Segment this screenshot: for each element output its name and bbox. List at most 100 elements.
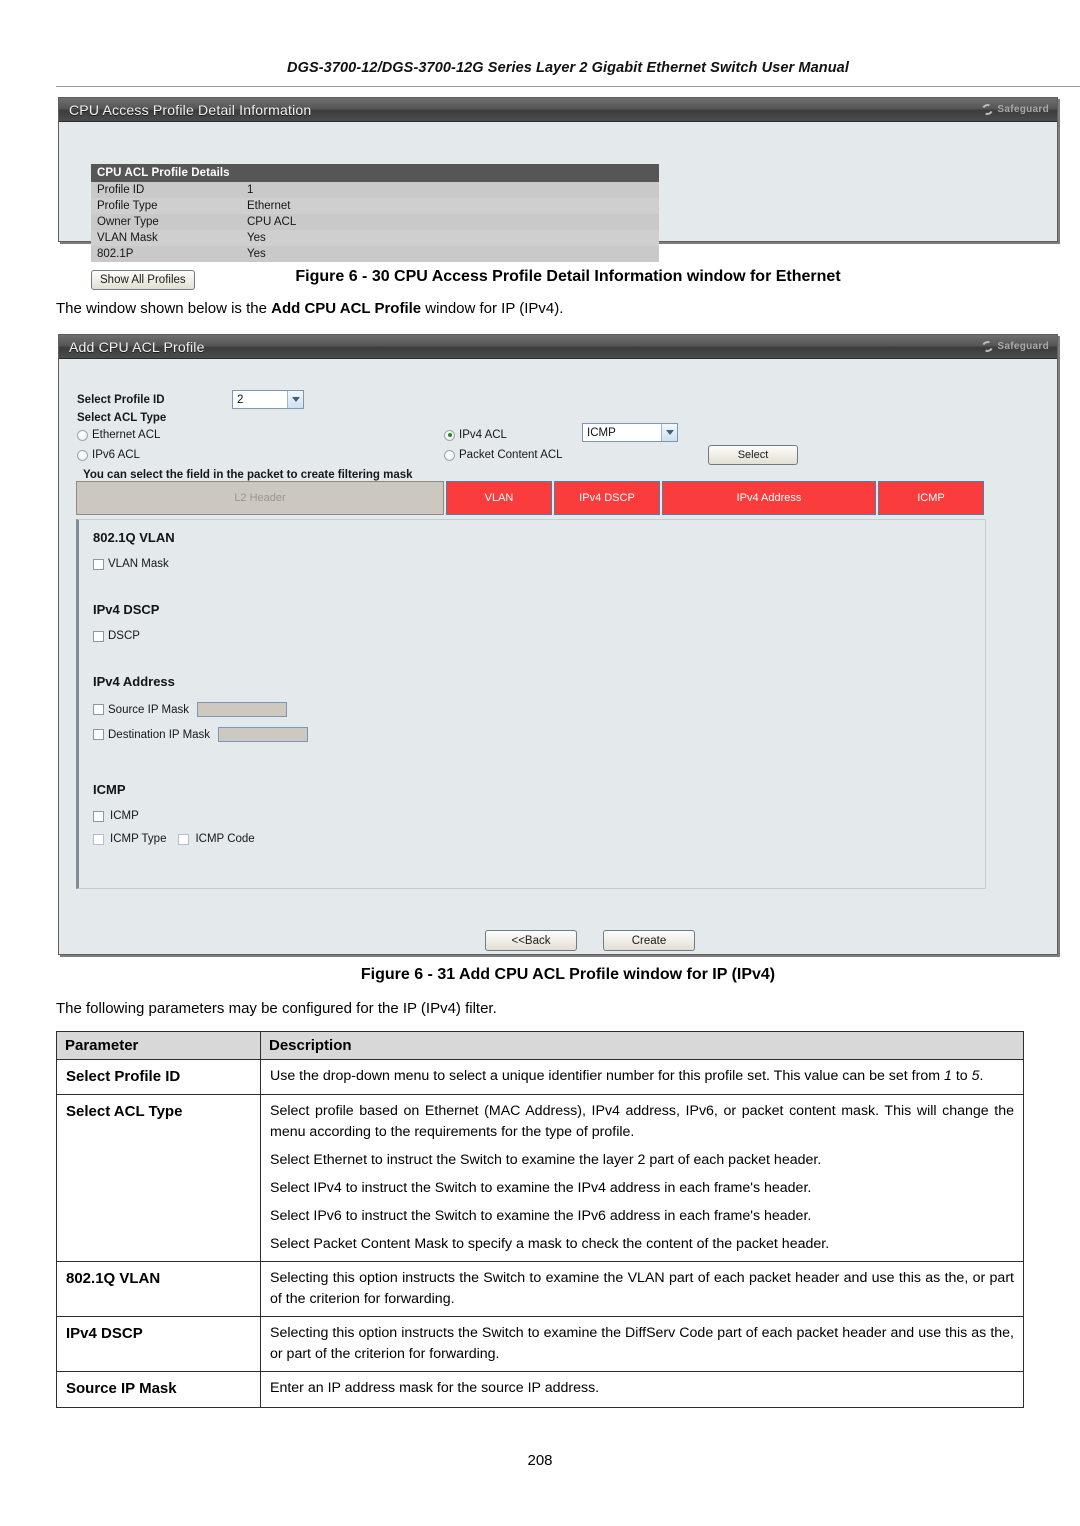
checkbox-icon	[93, 558, 104, 570]
safeguard-label: Safeguard	[997, 104, 1049, 115]
params-intro-paragraph: The following parameters may be configur…	[56, 1000, 497, 1017]
checkbox-icmp[interactable]: ICMP	[93, 810, 139, 822]
table-row: 802.1Q VLAN Selecting this option instru…	[56, 1261, 1024, 1318]
row-key: Owner Type	[91, 214, 241, 230]
checkbox-icmp-code-icon[interactable]	[178, 833, 190, 845]
column-header-description: Description	[260, 1031, 1024, 1060]
window-titlebar: Add CPU ACL Profile Safeguard	[59, 335, 1057, 359]
table-row: Select ACL Type Select profile based on …	[56, 1094, 1024, 1263]
intro-bold: Add CPU ACL Profile	[271, 300, 422, 317]
filtering-mask-hint: You can select the field in the packet t…	[83, 469, 413, 481]
create-button[interactable]: Create	[603, 930, 695, 951]
segment-ipv4-address[interactable]: IPv4 Address	[662, 481, 876, 515]
intro-after: window for IP (IPv4).	[421, 300, 564, 317]
parameter-name: Select ACL Type	[56, 1094, 261, 1263]
checkbox-vlan-mask[interactable]: VLAN Mask	[93, 558, 169, 570]
checkbox-dscp[interactable]: DSCP	[93, 630, 140, 642]
window-title: Add CPU ACL Profile	[69, 338, 205, 355]
radio-ethernet-acl[interactable]: Ethernet ACL	[77, 429, 160, 441]
source-ip-mask-input[interactable]	[196, 702, 287, 717]
table-header-label: CPU ACL Profile Details	[91, 164, 659, 182]
checkbox-icon	[93, 810, 104, 822]
row-key: 802.1P	[91, 246, 241, 262]
table-row: Profile ID 1	[91, 182, 659, 198]
radio-ipv6-acl[interactable]: IPv6 ACL	[77, 449, 140, 461]
safeguard-icon	[980, 339, 995, 354]
cpu-access-profile-detail-window: CPU Access Profile Detail Information Sa…	[58, 97, 1058, 290]
radio-label: IPv6 ACL	[92, 449, 140, 461]
section-title-icmp: ICMP	[93, 782, 126, 797]
select-profile-id-dropdown[interactable]: 2	[232, 390, 304, 409]
radio-icon	[444, 449, 455, 461]
intro-before: The window shown below is the	[56, 300, 272, 317]
section-title-ipv4-dscp: IPv4 DSCP	[93, 602, 160, 617]
safeguard-indicator: Safeguard	[980, 339, 1049, 354]
checkbox-destination-ip-mask[interactable]: Destination IP Mask	[93, 727, 309, 742]
protocol-value: ICMP	[587, 426, 616, 439]
checkbox-label: VLAN Mask	[108, 558, 169, 570]
table-row: Profile Type Ethernet	[91, 198, 659, 214]
page-number: 208	[527, 1452, 553, 1469]
table-header-row: Parameter Description	[56, 1031, 1024, 1060]
section-title-ipv4-address: IPv4 Address	[93, 674, 175, 689]
checkbox-icmp-type-icon[interactable]	[93, 833, 104, 845]
checkbox-source-ip-mask[interactable]: Source IP Mask	[93, 702, 287, 717]
segment-ipv4-dscp[interactable]: IPv4 DSCP	[554, 481, 660, 515]
parameter-name: Source IP Mask	[56, 1371, 261, 1408]
parameter-name: 802.1Q VLAN	[56, 1261, 261, 1318]
row-key: Profile Type	[91, 198, 241, 214]
intro-paragraph: The window shown below is the Add CPU AC…	[56, 300, 1080, 317]
row-value: CPU ACL	[241, 214, 659, 230]
checkbox-icon	[93, 729, 104, 740]
table-header-row: CPU ACL Profile Details	[91, 164, 659, 182]
manual-page: DGS-3700-12/DGS-3700-12G Series Layer 2 …	[0, 0, 1080, 1526]
filter-fields-box: 802.1Q VLAN VLAN Mask IPv4 DSCP DSCP IPv…	[76, 519, 986, 889]
checkbox-icmp-type-label: ICMP Type	[110, 833, 167, 845]
segment-vlan[interactable]: VLAN	[446, 481, 552, 515]
radio-icon	[77, 449, 88, 461]
safeguard-icon	[980, 102, 995, 117]
radio-label: Ethernet ACL	[92, 429, 161, 441]
mask-segment-strip: L2 Header VLAN IPv4 DSCP IPv4 Address IC…	[76, 481, 986, 515]
checkbox-icmp-code-label: ICMP Code	[195, 833, 255, 845]
cpu-acl-profile-details-table: CPU ACL Profile Details Profile ID 1 Pro…	[91, 164, 659, 262]
radio-packet-content-acl[interactable]: Packet Content ACL	[444, 449, 563, 461]
chevron-down-icon	[287, 391, 303, 408]
parameter-description: Select profile based on Ethernet (MAC Ad…	[260, 1094, 1024, 1263]
radio-label: IPv4 ACL	[459, 429, 507, 441]
parameter-description: Use the drop-down menu to select a uniqu…	[260, 1058, 1024, 1096]
table-row: IPv4 DSCP Selecting this option instruct…	[56, 1316, 1024, 1373]
add-cpu-acl-profile-window: Add CPU ACL Profile Safeguard Select Pro…	[58, 334, 1058, 955]
row-key: VLAN Mask	[91, 230, 241, 246]
window-title: CPU Access Profile Detail Information	[69, 101, 312, 118]
select-button[interactable]: Select	[708, 445, 798, 465]
destination-ip-mask-input[interactable]	[218, 727, 309, 742]
parameter-description: Selecting this option instructs the Swit…	[260, 1261, 1024, 1318]
table-row: Source IP Mask Enter an IP address mask …	[56, 1371, 1024, 1408]
table-row: Select Profile ID Use the drop-down menu…	[56, 1058, 1024, 1096]
safeguard-indicator: Safeguard	[980, 102, 1049, 117]
table-row: Owner Type CPU ACL	[91, 214, 659, 230]
row-value: 1	[241, 182, 659, 198]
row-value: Yes	[241, 230, 659, 246]
checkbox-label: DSCP	[108, 630, 140, 642]
icmp-subfields-row: ICMP Type ICMP Code	[93, 833, 255, 845]
protocol-dropdown[interactable]: ICMP	[582, 423, 678, 442]
row-value: Ethernet	[241, 198, 659, 214]
table-row: VLAN Mask Yes	[91, 230, 659, 246]
figure-6-31-caption: Figure 6 - 31 Add CPU ACL Profile window…	[360, 966, 776, 983]
segment-l2-header[interactable]: L2 Header	[76, 481, 444, 515]
checkbox-label: Source IP Mask	[108, 703, 189, 716]
select-profile-id-value: 2	[237, 393, 244, 406]
checkbox-icon	[93, 704, 104, 715]
parameter-name: IPv4 DSCP	[56, 1316, 261, 1373]
back-button[interactable]: <<Back	[485, 930, 577, 951]
window-body: Select Profile ID 2 Select ACL Type Ethe…	[59, 359, 1057, 955]
chevron-down-icon	[661, 424, 677, 441]
radio-ipv4-acl[interactable]: IPv4 ACL	[444, 429, 507, 441]
select-profile-id-label: Select Profile ID	[77, 394, 165, 406]
select-acl-type-label: Select ACL Type	[77, 412, 167, 424]
checkbox-label: ICMP	[110, 810, 139, 822]
segment-icmp[interactable]: ICMP	[878, 481, 984, 515]
parameter-description: Enter an IP address mask for the source …	[260, 1371, 1024, 1408]
